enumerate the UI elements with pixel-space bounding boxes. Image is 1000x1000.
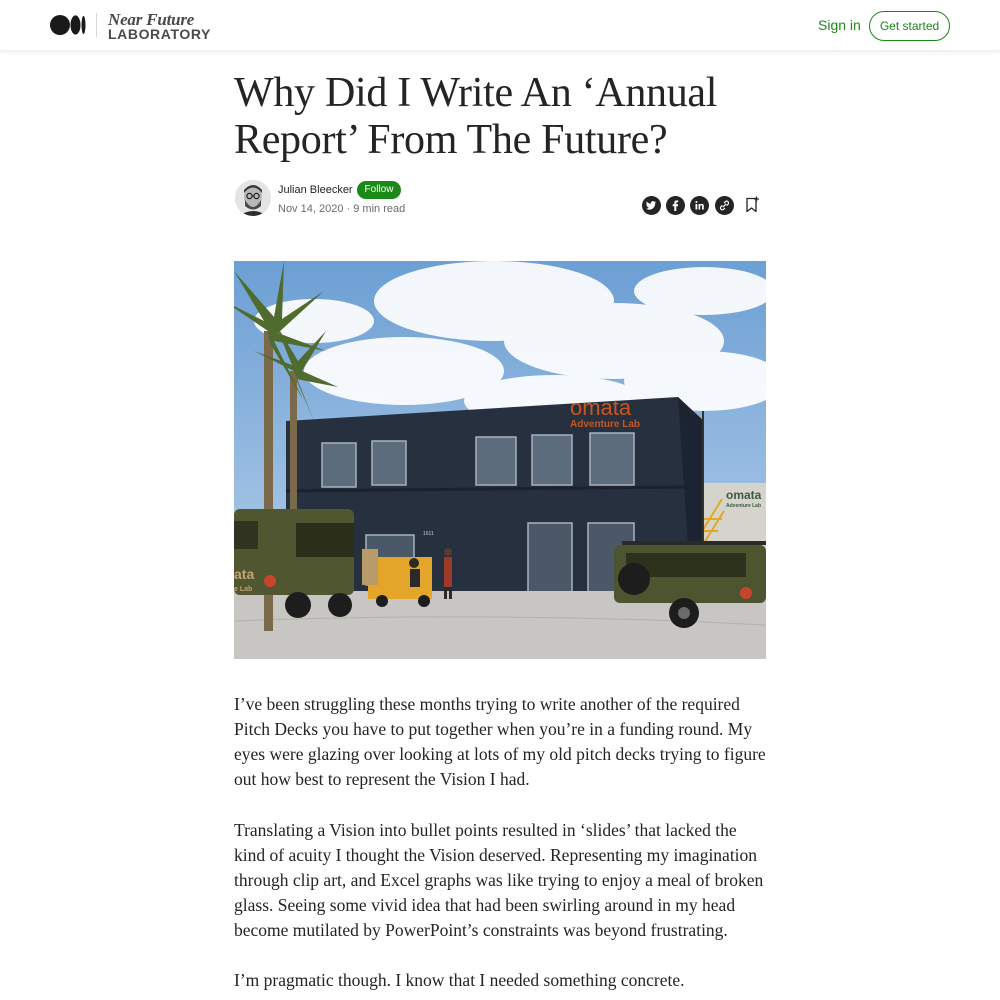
share-facebook-button[interactable] [666, 196, 685, 215]
link-icon [719, 200, 730, 211]
read-time: 9 min read [353, 203, 406, 215]
author-portrait-icon [235, 180, 271, 216]
copy-link-button[interactable] [715, 196, 734, 215]
meta-separator: · [346, 203, 351, 215]
article-title: Why Did I Write An ‘Annual Report’ From … [234, 70, 718, 163]
side-sign-subtext: Adventure Lab [726, 503, 761, 509]
publish-date: Nov 14, 2020 [278, 203, 344, 215]
author-avatar[interactable] [235, 180, 271, 216]
article-paragraph-2: Translating a Vision into bullet points … [234, 820, 764, 940]
van-text: ata [234, 566, 254, 582]
publication-name-line2: LABORATORY [108, 26, 211, 42]
follow-button[interactable]: Follow [357, 181, 401, 199]
get-started-button[interactable]: Get started [869, 11, 950, 41]
article-meta: Nov 14, 2020 · 9 min read [278, 203, 405, 215]
building-sign-text: omata [570, 395, 632, 420]
medium-logo-icon[interactable] [50, 15, 86, 35]
van-subtext: e Lab [234, 586, 252, 593]
share-twitter-button[interactable] [642, 196, 661, 215]
bookmark-icon[interactable] [744, 196, 760, 214]
article-paragraph-3: I’m pragmatic though. I know that I need… [234, 970, 685, 990]
twitter-icon [646, 201, 656, 210]
building-sign-subtext: Adventure Lab [570, 419, 640, 430]
logo-divider [96, 13, 97, 37]
share-linkedin-button[interactable] [690, 196, 709, 215]
top-navigation-bar: Near Future LABORATORY Sign in Get start… [0, 0, 1000, 51]
side-sign-text: omata [726, 488, 762, 502]
facebook-icon [672, 200, 679, 211]
author-name-link[interactable]: Julian Bleecker [278, 184, 353, 196]
publication-logo[interactable]: Near Future LABORATORY [108, 10, 218, 42]
hero-image: omata Adventure Lab omata Adventure Lab [234, 261, 766, 659]
article-paragraph-1: I’ve been struggling these months trying… [234, 694, 766, 789]
door-number-text: 1611 [423, 531, 434, 537]
linkedin-icon [695, 201, 704, 210]
sign-in-link[interactable]: Sign in [818, 17, 861, 33]
hero-photo: omata Adventure Lab omata Adventure Lab [234, 261, 766, 659]
